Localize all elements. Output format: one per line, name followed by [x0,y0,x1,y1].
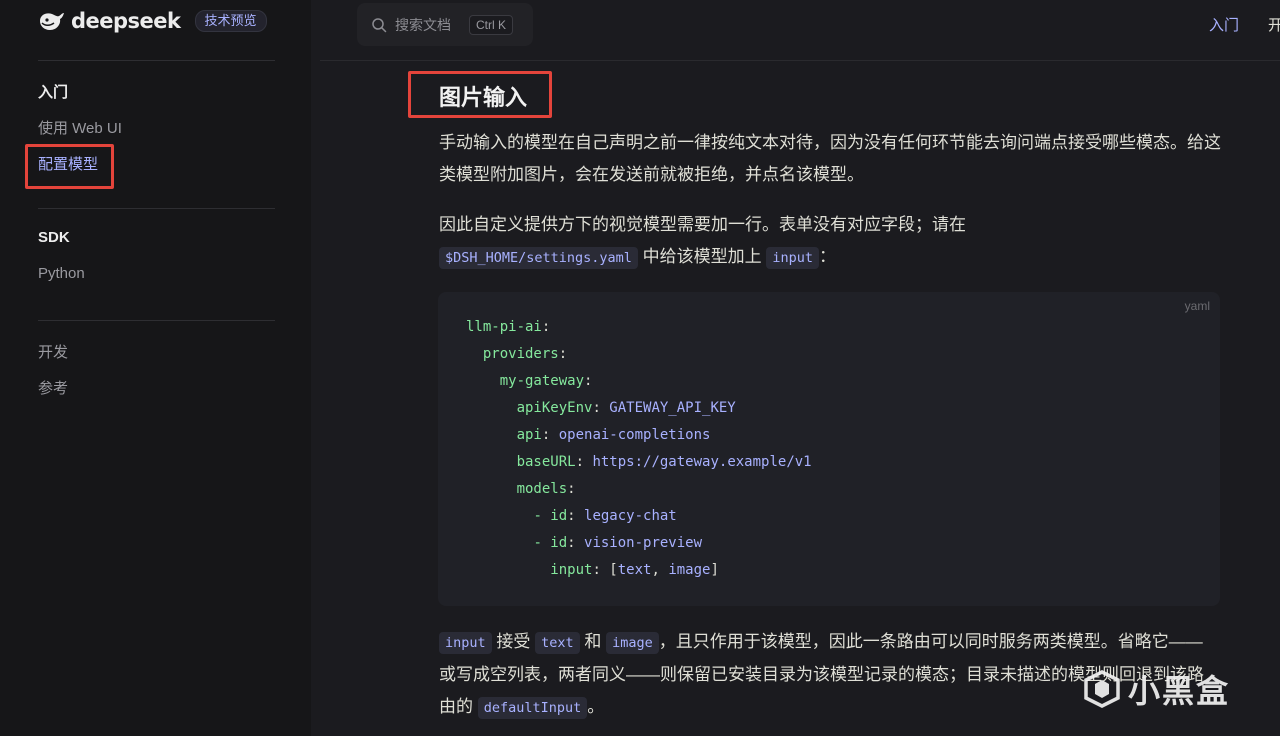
search-placeholder: 搜索文档 [395,16,451,33]
inline-code: text [535,632,580,654]
paragraph-text: ： [819,247,837,266]
code-key: my-gateway [499,373,585,389]
code-value: image [668,562,711,578]
sidebar-item-reference[interactable]: 参考 [38,377,68,398]
page-heading: 图片输入 [439,85,528,110]
inline-code: input [766,247,820,269]
search-icon [372,17,387,32]
watermark: 小黑盒 [1082,666,1230,712]
inline-code: input [439,632,492,654]
topbar-divider [320,60,1280,61]
paragraph-text: 因此自定义提供方下的视觉模型需要加一行。表单没有对应字段；请在 [439,215,966,234]
inline-code: image [606,632,659,654]
search-shortcut: Ctrl K [469,14,513,35]
sidebar-item-develop[interactable]: 开发 [38,341,68,362]
paragraph-text: 。 [587,697,605,716]
code-key: providers [482,346,559,362]
code-key: id [550,535,568,551]
code-key: models [516,481,568,497]
sidebar-divider [38,60,275,61]
code-key: baseURL [516,454,576,470]
watermark-logo-icon [1084,670,1120,708]
code-key: api [516,427,542,443]
logo-text: deepseek [71,9,181,33]
code-key: id [550,508,568,524]
sidebar-divider [38,208,275,209]
code-key: input [550,562,593,578]
watermark-text: 小黑盒 [1128,673,1231,709]
preview-badge: 技术预览 [194,10,267,32]
code-value: https://gateway.example/v1 [592,454,812,470]
code-key: llm-pi-ai [466,319,542,335]
code-language-label: yaml [1184,299,1210,313]
sidebar-item-web-ui[interactable]: 使用 Web UI [38,117,122,138]
paragraph-text: 和 [579,632,607,651]
sidebar: deepseek 技术预览 入门 使用 Web UI 配置模型 SDK Pyth… [0,0,311,736]
code-value: GATEWAY_API_KEY [609,400,736,416]
code-value: text [617,562,652,578]
top-nav-getting-started[interactable]: 入门 [1209,14,1239,35]
top-nav-develop[interactable]: 开 [1268,14,1280,35]
code-key: apiKeyEnv [516,400,593,416]
sidebar-divider [38,320,275,321]
code-value: legacy-chat [584,508,677,524]
sidebar-item-configure-models[interactable]: 配置模型 [38,153,98,174]
whale-logo-icon [40,13,64,30]
sidebar-item-python[interactable]: Python [38,265,85,282]
inline-code: defaultInput [477,697,588,719]
code-block[interactable]: yaml llm-pi-ai: providers: my-gateway: a… [438,292,1220,606]
paragraph-instruction: 因此自定义提供方下的视觉模型需要加一行。表单没有对应字段；请在 $DSH_HOM… [439,209,1229,274]
paragraph-intro: 手动输入的模型在自己声明之前一律按纯文本对待，因为没有任何环节能去询问端点接受哪… [439,133,1221,184]
logo[interactable]: deepseek 技术预览 [38,8,267,34]
paragraph-text: 中给该模型加上 [637,247,767,266]
inline-code: $DSH_HOME/settings.yaml [439,247,638,269]
code-value: openai-completions [558,427,711,443]
nav-section-sdk: SDK [38,229,70,246]
search-box[interactable]: 搜索文档 Ctrl K [357,3,533,46]
paragraph-text: 接受 [491,632,536,651]
code-content: llm-pi-ai: providers: my-gateway: apiKey… [466,319,812,578]
nav-section-getting-started: 入门 [38,84,69,101]
code-value: vision-preview [584,535,703,551]
